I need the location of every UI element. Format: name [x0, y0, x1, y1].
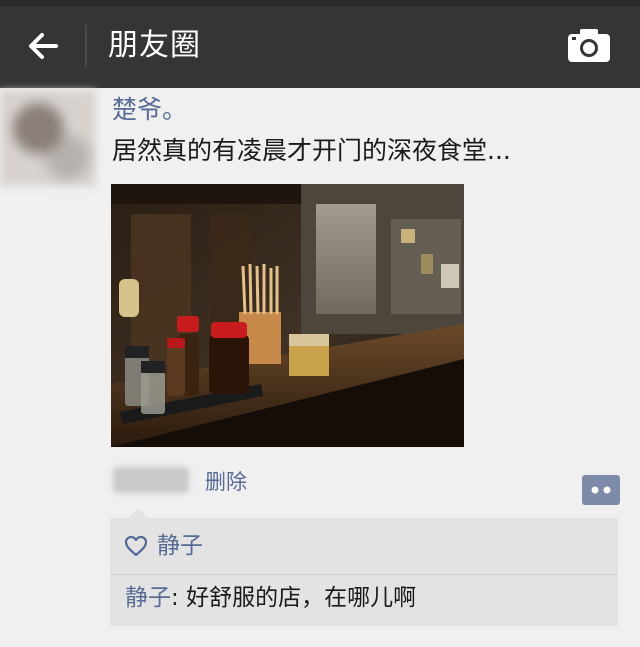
heart-outline-icon [124, 535, 148, 557]
comment-text: 好舒服的店，在哪儿啊 [186, 585, 417, 611]
like-user-name[interactable]: 静子 [157, 530, 203, 562]
likes-row: 静子 [110, 518, 618, 574]
comment-item[interactable]: 静子: 好舒服的店，在哪儿啊 [125, 582, 416, 614]
arrow-left-icon[interactable] [22, 24, 66, 68]
avatar[interactable] [0, 90, 96, 186]
comment-separator: : [171, 585, 187, 611]
nav-divider [85, 25, 87, 67]
comment-author[interactable]: 静子 [125, 585, 171, 611]
likes-comments-divider [110, 574, 618, 575]
status-strip [0, 0, 640, 6]
post-photo[interactable] [111, 184, 464, 447]
delete-button[interactable]: 删除 [205, 468, 247, 496]
comment-dots-icon[interactable] [582, 475, 620, 505]
post-time-blurred [113, 467, 189, 493]
camera-icon[interactable] [565, 26, 613, 66]
page-title: 朋友圈 [108, 28, 201, 63]
top-navigation-bar: 朋友圈 [0, 0, 640, 88]
post-text: 居然真的有凌晨才开门的深夜食堂... [112, 136, 511, 165]
post-author-name[interactable]: 楚爷。 [112, 93, 187, 127]
comments-notch [128, 508, 148, 518]
comments-section: 静子 静子: 好舒服的店，在哪儿啊 [110, 508, 618, 626]
